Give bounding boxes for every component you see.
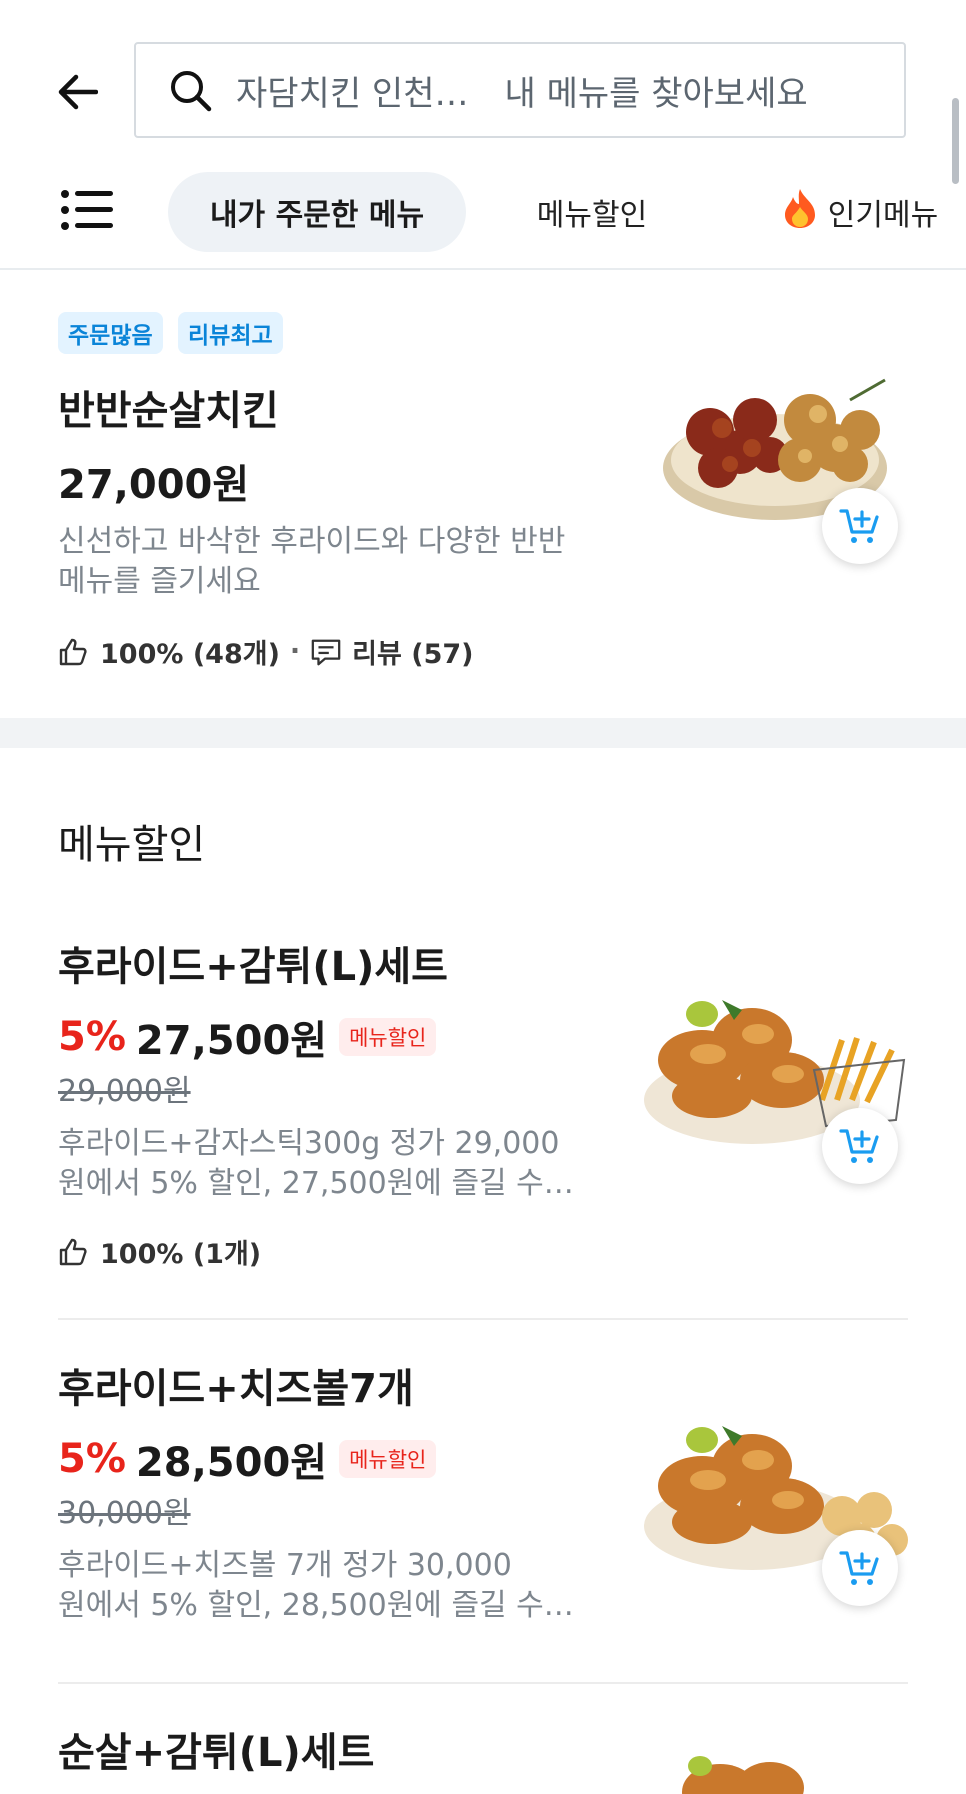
- item-name[interactable]: 후라이드+치즈볼7개: [58, 1356, 414, 1414]
- discount-rate: 5%: [58, 1436, 126, 1482]
- list-icon: [61, 190, 113, 230]
- item-name[interactable]: 후라이드+감튀(L)세트: [58, 934, 448, 992]
- discount-rate: 5%: [58, 1014, 126, 1060]
- flame-icon: [782, 187, 818, 237]
- item-price-row: 5% 27,500원 메뉴할인: [58, 1008, 437, 1066]
- review-link[interactable]: 리뷰 (57): [352, 632, 473, 671]
- item-rating: 100% (48개) · 리뷰 (57): [58, 632, 474, 671]
- discount-tag: 메뉴할인: [339, 1018, 437, 1056]
- tab-discount[interactable]: 메뉴할인: [520, 172, 664, 252]
- item-price: 28,500원: [135, 1440, 328, 1486]
- tabs-divider: [0, 268, 966, 270]
- search-bar[interactable]: 자담치킨 인천… 내 메뉴를 찾아보세요: [134, 42, 906, 138]
- add-to-cart-button[interactable]: [822, 1530, 898, 1606]
- badge-popular-order: 주문많음: [58, 312, 163, 354]
- cart-add-icon: [839, 1551, 879, 1585]
- item-image[interactable]: [680, 1752, 810, 1794]
- item-rating: 100% (1개): [58, 1232, 261, 1271]
- comment-icon: [310, 636, 342, 668]
- item-description: 후라이드+치즈볼 7개 정가 30,000 원에서 5% 할인, 28,500원…: [58, 1548, 574, 1623]
- discount-tag: 메뉴할인: [339, 1440, 437, 1478]
- search-placeholder: 내 메뉴를 찾아보세요: [504, 73, 808, 114]
- section-gap: [0, 718, 966, 748]
- original-price: 29,000원: [58, 1074, 191, 1109]
- thumbs-up-icon: [58, 1236, 90, 1268]
- search-icon: [166, 66, 214, 114]
- tab-my-ordered[interactable]: 내가 주문한 메뉴: [168, 172, 466, 252]
- original-price: 30,000원: [58, 1496, 191, 1531]
- tab-popular[interactable]: 인기메뉴: [760, 172, 960, 252]
- item-name[interactable]: 반반순살치킨: [58, 378, 279, 436]
- section-title: 메뉴할인: [58, 822, 206, 868]
- back-button[interactable]: [52, 68, 104, 116]
- item-description: 신선하고 바삭한 후라이드와 다양한 반반 메뉴를 즐기세요: [58, 524, 566, 599]
- cart-add-icon: [839, 1129, 879, 1163]
- thumbs-up-icon: [58, 636, 90, 668]
- item-price-row: 5% 28,500원 메뉴할인: [58, 1430, 437, 1488]
- shop-name: 자담치킨 인천…: [236, 73, 469, 114]
- category-list-button[interactable]: [60, 188, 114, 232]
- item-divider: [58, 1318, 908, 1320]
- cart-add-icon: [839, 509, 879, 543]
- item-price: 27,000원: [58, 462, 250, 508]
- badge-best-review: 리뷰최고: [178, 312, 283, 354]
- item-name[interactable]: 순살+감튀(L)세트: [58, 1720, 374, 1778]
- arrow-left-icon: [58, 74, 98, 110]
- item-price: 27,500원: [135, 1018, 328, 1064]
- item-divider: [58, 1682, 908, 1684]
- add-to-cart-button[interactable]: [822, 1108, 898, 1184]
- add-to-cart-button[interactable]: [822, 488, 898, 564]
- item-description: 후라이드+감자스틱300g 정가 29,000 원에서 5% 할인, 27,50…: [58, 1126, 574, 1201]
